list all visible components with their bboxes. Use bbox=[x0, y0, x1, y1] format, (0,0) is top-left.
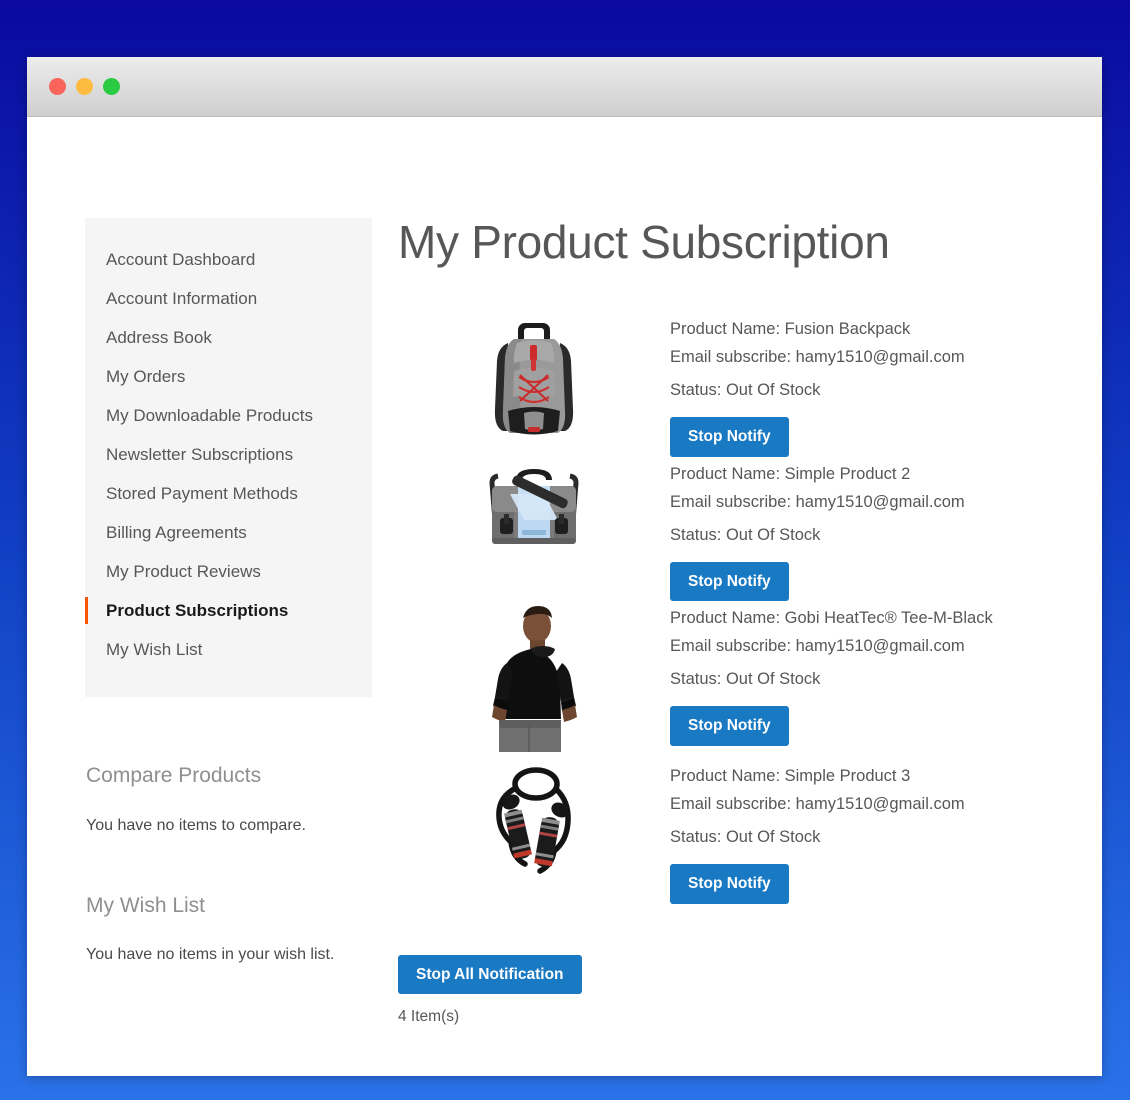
sidebar-item-label: Product Subscriptions bbox=[106, 601, 289, 620]
status-text: Status: Out Of Stock bbox=[670, 381, 821, 400]
compare-products-block: Compare Products You have no items to co… bbox=[85, 765, 385, 834]
sidebar-item-account-information[interactable]: Account Information bbox=[85, 279, 372, 318]
product-info-cell: Product Name: Simple Product 3 Email sub… bbox=[670, 760, 1058, 904]
email-subscribe: Email subscribe: hamy1510@gmail.com bbox=[670, 637, 965, 656]
sidebar-item-stored-payment-methods[interactable]: Stored Payment Methods bbox=[85, 474, 372, 513]
sidebar-item-newsletter-subscriptions[interactable]: Newsletter Subscriptions bbox=[85, 435, 372, 474]
sidebar-item-product-subscriptions[interactable]: Product Subscriptions bbox=[85, 591, 372, 630]
product-thumbnail-cell bbox=[398, 760, 670, 880]
sidebar-item-my-wish-list[interactable]: My Wish List bbox=[85, 630, 372, 669]
sidebar-item-label: My Product Reviews bbox=[106, 562, 261, 581]
footer-actions: Stop All Notification 4 Item(s) bbox=[398, 942, 1058, 1025]
sidebar-item-label: My Wish List bbox=[106, 640, 203, 659]
maximize-window-button[interactable] bbox=[103, 78, 120, 95]
sidebar-item-my-product-reviews[interactable]: My Product Reviews bbox=[85, 552, 372, 591]
sidebar-item-account-dashboard[interactable]: Account Dashboard bbox=[85, 240, 372, 279]
account-nav: Account Dashboard Account Information Ad… bbox=[85, 218, 372, 697]
sidebar-item-billing-agreements[interactable]: Billing Agreements bbox=[85, 513, 372, 552]
product-thumbnail-cell bbox=[398, 458, 670, 558]
sidebar-item-label: Address Book bbox=[106, 328, 212, 347]
sidebar-item-label: Billing Agreements bbox=[106, 523, 247, 542]
browser-viewport: Account Dashboard Account Information Ad… bbox=[27, 117, 1102, 1076]
stop-all-notification-button[interactable]: Stop All Notification bbox=[398, 954, 582, 995]
sidebar-item-label: My Orders bbox=[106, 367, 186, 386]
fusion-backpack-image bbox=[494, 323, 574, 435]
sidebar-item-my-orders[interactable]: My Orders bbox=[85, 357, 372, 396]
sidebar-item-label: Account Information bbox=[106, 289, 258, 308]
wish-list-empty-text: You have no items in your wish list. bbox=[86, 946, 335, 963]
black-tee-model-image bbox=[492, 606, 577, 753]
sidebar-item-my-downloadable-products[interactable]: My Downloadable Products bbox=[85, 396, 372, 435]
stop-notify-button[interactable]: Stop Notify bbox=[670, 417, 789, 457]
window-titlebar bbox=[27, 57, 1102, 117]
email-subscribe: Email subscribe: hamy1510@gmail.com bbox=[670, 348, 965, 367]
product-thumbnail-cell bbox=[398, 602, 670, 759]
stop-notify-button[interactable]: Stop Notify bbox=[670, 864, 789, 904]
product-info-cell: Product Name: Fusion Backpack Email subs… bbox=[670, 313, 1058, 457]
traffic-light-group bbox=[49, 78, 120, 95]
product-info-cell: Product Name: Gobi HeatTec® Tee-M-Black … bbox=[670, 602, 1058, 746]
subscription-list: Product Name: Fusion Backpack Email subs… bbox=[398, 313, 1058, 904]
email-subscribe: Email subscribe: hamy1510@gmail.com bbox=[670, 492, 965, 511]
status-text: Status: Out Of Stock bbox=[670, 670, 821, 689]
stop-notify-button[interactable]: Stop Notify bbox=[670, 561, 789, 602]
email-subscribe: Email subscribe: hamy1510@gmail.com bbox=[670, 795, 965, 814]
minimize-window-button[interactable] bbox=[76, 78, 93, 95]
product-thumbnail-cell bbox=[398, 313, 670, 450]
close-window-button[interactable] bbox=[49, 78, 66, 95]
subscription-row: Product Name: Fusion Backpack Email subs… bbox=[398, 313, 1058, 457]
sidebar-item-label: Stored Payment Methods bbox=[106, 484, 298, 503]
browser-window: Account Dashboard Account Information Ad… bbox=[27, 57, 1102, 1076]
account-sidebar: Account Dashboard Account Information Ad… bbox=[85, 218, 372, 697]
item-count: 4 Item(s) bbox=[398, 1008, 460, 1026]
status-text: Status: Out Of Stock bbox=[670, 828, 821, 847]
sidebar-item-label: Account Dashboard bbox=[106, 250, 256, 269]
product-info-cell: Product Name: Simple Product 2 Email sub… bbox=[670, 458, 1058, 602]
compare-products-title: Compare Products bbox=[86, 764, 262, 787]
product-name: Product Name: Simple Product 2 bbox=[670, 464, 911, 483]
product-name: Product Name: Fusion Backpack bbox=[670, 320, 911, 339]
product-name: Product Name: Gobi HeatTec® Tee-M-Black bbox=[670, 609, 993, 628]
main-content: My Product Subscription Product Name: Fu… bbox=[398, 218, 1058, 1025]
status-text: Status: Out Of Stock bbox=[670, 525, 821, 544]
wish-list-title: My Wish List bbox=[86, 894, 206, 917]
jump-rope-image bbox=[496, 767, 571, 875]
page-title: My Product Subscription bbox=[398, 216, 890, 268]
sidebar-item-label: My Downloadable Products bbox=[106, 406, 313, 425]
subscription-row: Product Name: Simple Product 2 Email sub… bbox=[398, 458, 1058, 602]
account-page: Account Dashboard Account Information Ad… bbox=[27, 117, 1102, 1024]
subscription-row: Product Name: Simple Product 3 Email sub… bbox=[398, 760, 1058, 904]
sidebar-item-address-book[interactable]: Address Book bbox=[85, 318, 372, 357]
messenger-bag-image bbox=[489, 468, 579, 544]
product-name: Product Name: Simple Product 3 bbox=[670, 767, 911, 786]
wish-list-block: My Wish List You have no items in your w… bbox=[85, 895, 405, 963]
compare-products-empty-text: You have no items to compare. bbox=[86, 817, 306, 834]
subscription-row: Product Name: Gobi HeatTec® Tee-M-Black … bbox=[398, 602, 1058, 759]
stop-notify-button[interactable]: Stop Notify bbox=[670, 706, 789, 746]
sidebar-item-label: Newsletter Subscriptions bbox=[106, 445, 294, 464]
